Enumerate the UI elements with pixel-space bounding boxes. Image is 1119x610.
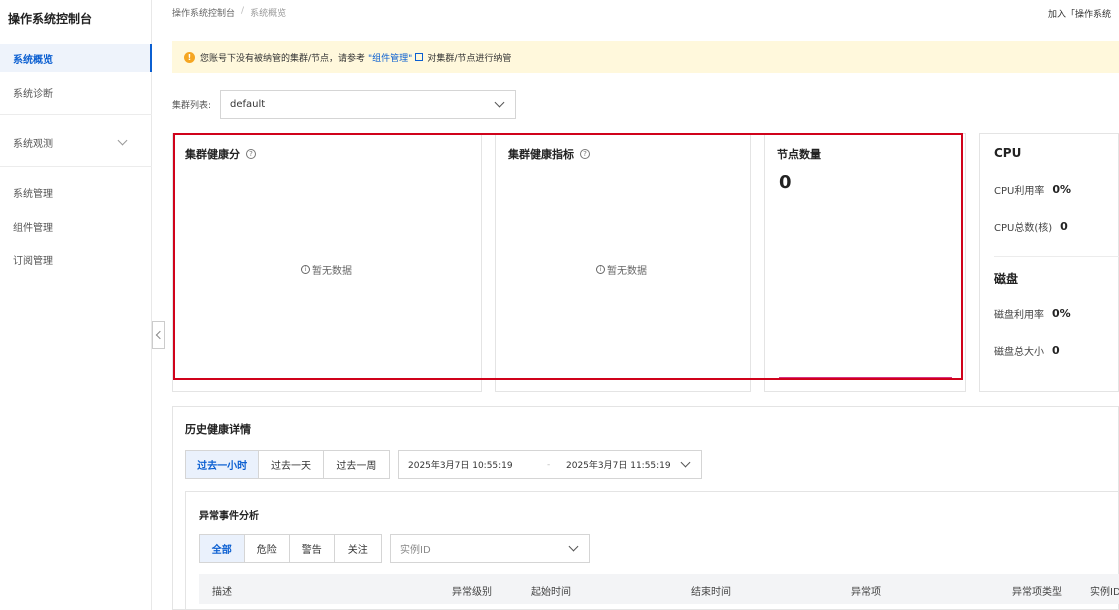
health-metrics-title: 集群健康指标 ? <box>508 146 590 162</box>
cpu-usage-label: CPU利用率 <box>994 186 1045 197</box>
filter-all[interactable]: 全部 <box>200 535 245 562</box>
breadcrumb: 操作系统控制台 / 系统概览 <box>172 6 286 19</box>
breadcrumb-current: 系统概览 <box>250 9 287 19</box>
node-count-bar <box>779 377 952 379</box>
range-last-hour[interactable]: 过去一小时 <box>186 451 260 478</box>
info-icon: i <box>596 265 605 274</box>
chevron-down-icon <box>680 457 691 467</box>
resource-divider <box>994 256 1119 257</box>
column-end-time: 结束时间 <box>691 587 731 598</box>
disk-size-value: 0 <box>1052 344 1060 357</box>
health-score-card: 集群健康分 ? i 暂无数据 <box>172 133 482 392</box>
sidebar-item-label: 系统观测 <box>13 138 53 150</box>
sidebar-item-component-management[interactable]: 组件管理 <box>0 212 152 240</box>
column-item: 异常项 <box>851 587 881 598</box>
disk-usage-row: 磁盘利用率 0% <box>994 306 1071 321</box>
column-instance-id: 实例ID <box>1090 587 1119 598</box>
anomaly-table-header: 描述 异常级别 起始时间 结束时间 异常项 异常项类型 实例ID <box>199 574 1119 604</box>
sidebar-item-overview[interactable]: 系统概览 <box>0 44 152 72</box>
cpu-cores-row: CPU总数(核) 0 <box>994 219 1068 234</box>
severity-filter: 全部 危险 警告 关注 <box>199 534 382 563</box>
chevron-left-icon <box>155 330 165 340</box>
filter-warning[interactable]: 警告 <box>290 535 335 562</box>
help-icon[interactable]: ? <box>580 149 590 159</box>
cpu-title: CPU <box>994 146 1022 160</box>
filter-attention[interactable]: 关注 <box>335 535 381 562</box>
sidebar-item-subscription-management[interactable]: 订阅管理 <box>0 245 152 273</box>
health-metrics-card: 集群健康指标 ? i 暂无数据 <box>495 133 751 392</box>
date-range-picker[interactable]: 2025年3月7日 10:55:19 - 2025年3月7日 11:55:19 <box>398 450 702 479</box>
range-end: 2025年3月7日 11:55:19 <box>566 461 671 471</box>
breadcrumb-root[interactable]: 操作系统控制台 <box>172 6 235 19</box>
column-item-type: 异常项类型 <box>1012 587 1062 598</box>
cpu-usage-row: CPU利用率 0% <box>994 182 1071 197</box>
cpu-usage-value: 0% <box>1052 183 1072 196</box>
column-start-time: 起始时间 <box>531 587 571 598</box>
node-count-title: 节点数量 <box>777 148 821 161</box>
filter-danger[interactable]: 危险 <box>245 535 291 562</box>
notice-banner: ! 您账号下没有被纳管的集群/节点，请参考 "组件管理" 对集群/节点进行纳管 <box>172 41 1119 73</box>
cluster-list-label: 集群列表: <box>172 101 212 111</box>
warning-icon: ! <box>184 51 195 63</box>
column-level: 异常级别 <box>452 587 492 598</box>
range-last-week[interactable]: 过去一周 <box>324 451 389 478</box>
sidebar-divider <box>0 166 152 167</box>
range-start: 2025年3月7日 10:55:19 <box>408 461 513 471</box>
resource-card: CPU CPU利用率 0% CPU总数(核) 0 磁盘 磁盘利用率 0% 磁盘总… <box>979 133 1119 392</box>
app-root: 操作系统控制台 系统概览 系统诊断 系统观测 系统管理 组件管理 订阅管理 操作… <box>0 0 1119 610</box>
instance-id-select[interactable]: 实例ID <box>390 534 590 563</box>
sidebar-item-system-management[interactable]: 系统管理 <box>0 178 152 206</box>
sidebar-divider <box>0 114 152 115</box>
range-last-day[interactable]: 过去一天 <box>259 451 324 478</box>
cpu-cores-value: 0 <box>1060 220 1068 233</box>
range-dash: - <box>547 459 551 470</box>
disk-usage-label: 磁盘利用率 <box>994 310 1044 321</box>
disk-usage-value: 0% <box>1052 307 1071 320</box>
disk-title: 磁盘 <box>994 272 1019 286</box>
cluster-select-value: default <box>230 99 266 110</box>
disk-size-label: 磁盘总大小 <box>994 347 1044 358</box>
history-title: 历史健康详情 <box>185 423 251 436</box>
instance-id-placeholder: 实例ID <box>400 545 431 556</box>
join-group-link[interactable]: 加入「操作系统 <box>1048 7 1119 20</box>
external-link-icon <box>415 53 424 61</box>
time-range-tabs: 过去一小时 过去一天 过去一周 <box>185 450 390 479</box>
node-count-card: 节点数量 0 <box>764 133 966 392</box>
sidebar-collapse-button[interactable] <box>152 321 165 349</box>
cluster-select[interactable]: default <box>220 90 516 119</box>
sidebar-item-diagnosis[interactable]: 系统诊断 <box>0 78 152 106</box>
empty-state: i 暂无数据 <box>596 262 647 277</box>
health-metrics-title-text: 集群健康指标 <box>508 148 574 161</box>
chevron-down-icon <box>117 135 128 146</box>
disk-size-row: 磁盘总大小 0 <box>994 343 1060 358</box>
node-count-value: 0 <box>779 172 792 193</box>
chevron-down-icon <box>494 97 505 107</box>
help-icon[interactable]: ? <box>246 149 256 159</box>
column-description: 描述 <box>212 587 232 598</box>
anomaly-title: 异常事件分析 <box>199 511 259 522</box>
health-score-title-text: 集群健康分 <box>185 148 240 161</box>
component-management-link[interactable]: "组件管理" <box>368 51 412 64</box>
empty-text: 暂无数据 <box>607 266 647 277</box>
health-score-title: 集群健康分 ? <box>185 146 256 162</box>
info-icon: i <box>301 265 310 274</box>
notice-suffix: 对集群/节点进行纳管 <box>427 53 512 64</box>
sidebar-item-observation[interactable]: 系统观测 <box>0 128 152 156</box>
sidebar-title: 操作系统控制台 <box>8 12 93 26</box>
breadcrumb-separator: / <box>241 6 245 16</box>
sidebar: 操作系统控制台 系统概览 系统诊断 系统观测 系统管理 组件管理 订阅管理 <box>0 0 152 610</box>
empty-text: 暂无数据 <box>312 266 352 277</box>
notice-prefix: 您账号下没有被纳管的集群/节点，请参考 <box>200 53 366 64</box>
cpu-cores-label: CPU总数(核) <box>994 223 1053 234</box>
chevron-down-icon <box>568 541 579 551</box>
empty-state: i 暂无数据 <box>301 262 352 277</box>
